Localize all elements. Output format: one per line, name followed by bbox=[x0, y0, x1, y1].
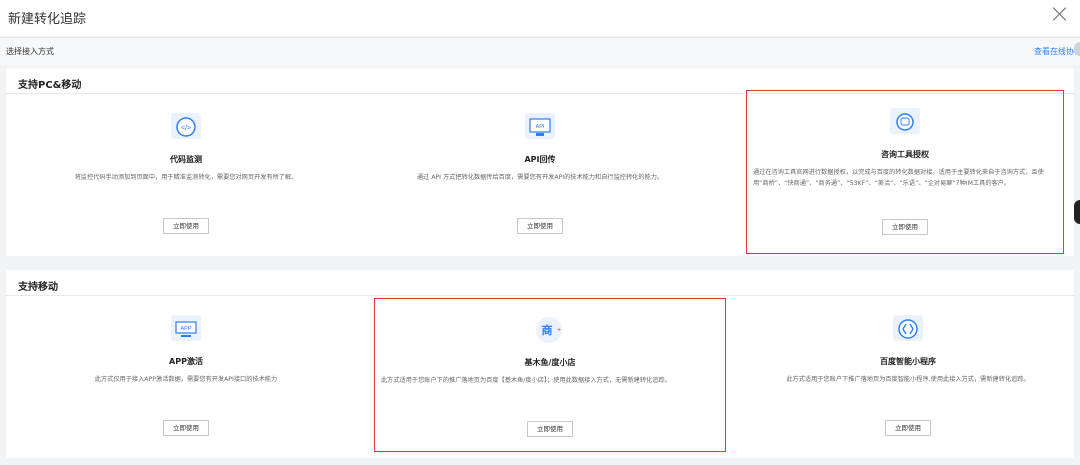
use-now-button[interactable]: 立即使用 bbox=[882, 219, 928, 235]
dialog-header: 新建转化追踪 bbox=[0, 0, 1080, 36]
use-now-button[interactable]: 立即使用 bbox=[527, 421, 573, 437]
chat-tool-icon bbox=[890, 108, 920, 134]
svg-text:APP: APP bbox=[180, 326, 191, 332]
shop-icon: 商 + bbox=[536, 317, 562, 343]
use-now-button[interactable]: 立即使用 bbox=[517, 218, 563, 234]
shop-icon-glyph: 商 bbox=[542, 323, 553, 337]
card-title: 百度智能小程序 bbox=[880, 357, 936, 366]
card-title: APP激活 bbox=[169, 357, 203, 366]
section-subtitle: 选择接入方式 bbox=[6, 47, 54, 56]
side-float-icon[interactable] bbox=[1074, 200, 1080, 224]
app-icon: APP bbox=[171, 315, 201, 341]
card-description: 通过在咨询工具官网进行数据授权，以完成与百度的转化数据对接。适用于主要转化来自于… bbox=[753, 169, 1044, 187]
card-title: 基木鱼/度小店 bbox=[524, 358, 576, 367]
card-description: 通过 API 方式把转化数据传给百度，需要您有开发API的技术能力和自行监控转化… bbox=[416, 174, 664, 181]
card-chat-tool-auth: 咨询工具授权 通过在咨询工具官网进行数据授权，以完成与百度的转化数据对接。适用于… bbox=[746, 90, 1064, 254]
card-title: 代码监测 bbox=[170, 155, 202, 164]
use-now-button[interactable]: 立即使用 bbox=[163, 420, 209, 436]
use-now-button[interactable]: 立即使用 bbox=[163, 218, 209, 234]
miniprogram-icon bbox=[893, 315, 923, 341]
subheader: 选择接入方式 查看在线协议 bbox=[0, 37, 1080, 65]
section-pc-mobile: 支持PC&移动 </> 代码监测 将监控代码手动添加到页面中，用于精准监测转化，… bbox=[6, 68, 1074, 256]
card-title: 咨询工具授权 bbox=[881, 150, 929, 159]
use-now-button[interactable]: 立即使用 bbox=[885, 420, 931, 436]
card-baidu-mini-program: 百度智能小程序 此方式适用于您账户下推广落地页为百度智能小程序,使用此接入方式，… bbox=[748, 298, 1068, 450]
card-description: 将监控代码手动添加到页面中，用于精准监测转化，需要您对网页开发有所了解。 bbox=[74, 174, 298, 181]
code-icon: </> bbox=[171, 113, 201, 139]
card-title: API回传 bbox=[524, 155, 556, 164]
divider bbox=[6, 295, 1074, 296]
section-title: 支持PC&移动 bbox=[18, 80, 82, 91]
svg-text:+: + bbox=[557, 327, 561, 334]
card-api-callback: API API回传 通过 API 方式把转化数据传给百度，需要您有开发API的技… bbox=[380, 96, 700, 248]
side-handle[interactable] bbox=[1074, 42, 1080, 56]
svg-text:API: API bbox=[536, 124, 545, 130]
dialog-title: 新建转化追踪 bbox=[8, 12, 87, 27]
card-description: 此方式适用于您账户下推广落地页为百度智能小程序,使用此接入方式，需新建转化追踪。 bbox=[786, 376, 1030, 383]
section-title: 支持移动 bbox=[18, 282, 58, 293]
svg-text:</>: </> bbox=[181, 125, 191, 132]
section-mobile: 支持移动 APP APP激活 此方式仅用于接入APP激活数据，需要您有开发API… bbox=[6, 270, 1074, 458]
card-description: 此方式适用于您账户下的推广落地页为百度【基木鱼/度小店】；使用此数据接入方式，无… bbox=[381, 377, 671, 384]
card-app-activation: APP APP激活 此方式仅用于接入APP激活数据，需要您有开发API接口的技术… bbox=[26, 298, 346, 450]
api-icon: API bbox=[525, 113, 555, 139]
card-code-monitor: </> 代码监测 将监控代码手动添加到页面中，用于精准监测转化，需要您对网页开发… bbox=[26, 96, 346, 248]
close-icon[interactable] bbox=[1050, 4, 1070, 24]
card-jimuyu-shop: 商 + 基木鱼/度小店 此方式适用于您账户下的推广落地页为百度【基木鱼/度小店】… bbox=[374, 298, 726, 452]
card-description: 此方式仅用于接入APP激活数据，需要您有开发API接口的技术能力 bbox=[94, 376, 278, 383]
